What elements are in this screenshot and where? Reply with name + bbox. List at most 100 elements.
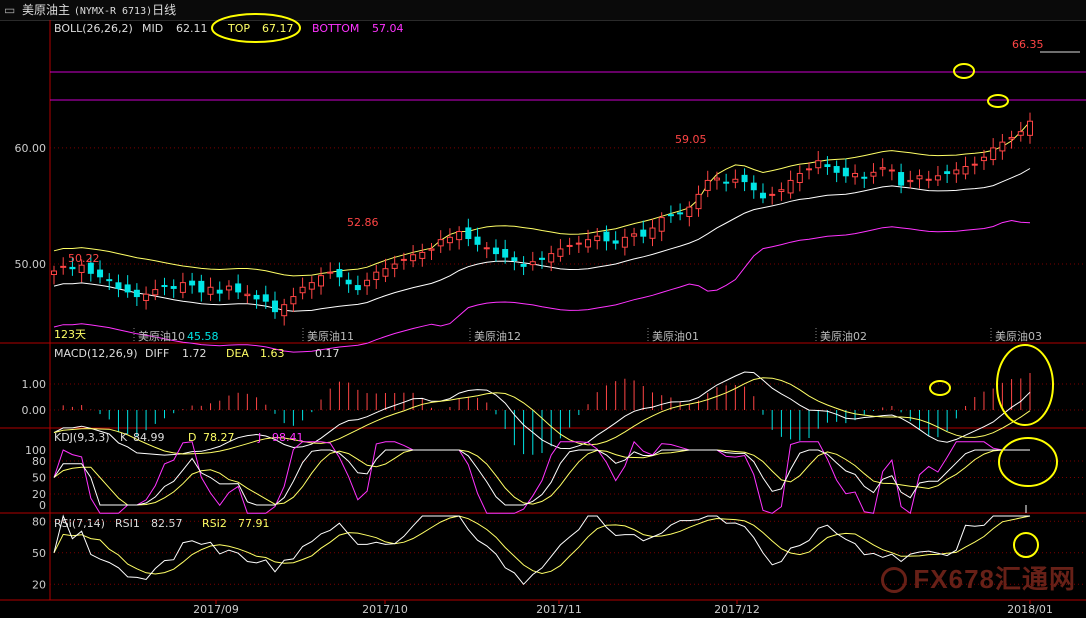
candle-body bbox=[143, 293, 150, 301]
x-tick-label: 2017/10 bbox=[362, 603, 408, 616]
candle-body bbox=[686, 206, 693, 217]
candle-body bbox=[962, 166, 969, 175]
candle-body bbox=[327, 271, 334, 274]
candle-body bbox=[189, 280, 196, 286]
candle-body bbox=[631, 233, 638, 237]
price-label-high-4: 66.35 bbox=[1012, 38, 1044, 51]
y-tick-rsi: 80 bbox=[32, 515, 46, 528]
candle-body bbox=[658, 217, 665, 232]
candle-body bbox=[759, 192, 766, 199]
kdj-k-value: 84.99 bbox=[133, 431, 165, 444]
candle-body bbox=[649, 227, 656, 239]
kdj-label: KDJ(9,3,3) bbox=[54, 431, 110, 444]
candle-body bbox=[299, 286, 306, 294]
contract-label: 美原油02 bbox=[820, 329, 867, 343]
rsi2-label: RSI2 bbox=[202, 517, 227, 530]
candle-body bbox=[741, 174, 748, 183]
candle-body bbox=[944, 171, 951, 174]
candle-body bbox=[907, 179, 914, 183]
kdj-k-label: K bbox=[120, 431, 128, 444]
kdj-d-value: 78.27 bbox=[203, 431, 235, 444]
rsi1-label: RSI1 bbox=[115, 517, 140, 530]
contract-label: 美原油03 bbox=[995, 329, 1042, 343]
candle-body bbox=[511, 257, 518, 262]
y-tick-macd: 1.00 bbox=[22, 378, 47, 391]
candle-body bbox=[833, 166, 840, 173]
candle-body bbox=[667, 214, 674, 217]
candle-body bbox=[51, 270, 57, 275]
candle-body bbox=[1027, 120, 1033, 136]
candle-body bbox=[934, 175, 941, 181]
candle-body bbox=[428, 248, 435, 251]
highlight-circle-peak bbox=[953, 63, 975, 79]
price-label-low-1: 45.58 bbox=[187, 330, 219, 343]
candle-body bbox=[520, 263, 527, 267]
candle-body bbox=[566, 244, 573, 247]
contract-label: 美原油10 bbox=[138, 329, 185, 343]
candle-body bbox=[861, 176, 868, 179]
candle-body bbox=[999, 141, 1006, 152]
candle-body bbox=[161, 285, 168, 288]
globe-icon bbox=[881, 567, 908, 593]
x-tick-label: 2017/11 bbox=[536, 603, 582, 616]
highlight-circle-dip bbox=[987, 94, 1009, 108]
boll-top-value: 67.17 bbox=[262, 22, 294, 35]
candle-body bbox=[502, 249, 509, 258]
boll-label: BOLL(26,26,2) bbox=[54, 22, 133, 35]
y-tick-main: 50.00 bbox=[15, 258, 47, 271]
candle-body bbox=[704, 179, 711, 191]
candle-body bbox=[870, 171, 877, 177]
candle-body bbox=[594, 235, 601, 242]
candle-body bbox=[391, 263, 398, 269]
candle-body bbox=[557, 248, 564, 257]
price-label-high-2: 52.86 bbox=[347, 216, 379, 229]
candle-body bbox=[971, 163, 978, 166]
price-label-high-1: 50.22 bbox=[68, 252, 100, 265]
macd-label: MACD(12,26,9) bbox=[54, 347, 138, 360]
candle-body bbox=[677, 212, 684, 215]
candle-body bbox=[732, 178, 739, 183]
y-tick-kdj: 50 bbox=[32, 472, 46, 485]
boll-mid-label: MID bbox=[142, 22, 163, 35]
contract-label: 美原油12 bbox=[474, 329, 521, 343]
candle-body bbox=[244, 293, 251, 297]
candle-body bbox=[400, 258, 407, 261]
candle-body bbox=[842, 167, 849, 177]
y-tick-rsi: 50 bbox=[32, 547, 46, 560]
candle-body bbox=[198, 280, 205, 293]
candle-body bbox=[916, 175, 923, 180]
candle-body bbox=[640, 229, 647, 237]
macd-dea-value: 1.63 bbox=[260, 347, 285, 360]
boll-bottom-label: BOTTOM bbox=[312, 22, 359, 35]
candle-body bbox=[539, 257, 545, 260]
candle-body bbox=[124, 284, 131, 293]
candle-body bbox=[262, 294, 269, 302]
candle-body bbox=[437, 239, 444, 247]
highlight-circle-macd-large bbox=[996, 344, 1054, 426]
candle-body bbox=[695, 193, 702, 210]
candle-body bbox=[1017, 131, 1024, 136]
candle-body bbox=[465, 227, 472, 239]
y-tick-kdj: 0 bbox=[39, 499, 46, 512]
candle-body bbox=[713, 177, 720, 181]
candle-body bbox=[382, 268, 389, 277]
candle-body bbox=[235, 283, 242, 293]
highlight-circle-macd-small bbox=[929, 380, 951, 396]
candle-body bbox=[888, 169, 895, 172]
candle-body bbox=[585, 239, 592, 248]
candle-body bbox=[308, 282, 315, 290]
candle-body bbox=[824, 164, 831, 168]
price-label-high-3: 59.05 bbox=[675, 133, 707, 146]
candle-body bbox=[364, 279, 371, 287]
candle-body bbox=[419, 251, 426, 259]
rsi1-value: 82.57 bbox=[151, 517, 183, 530]
kdj-j-value: 98.41 bbox=[272, 431, 304, 444]
candle-body bbox=[723, 181, 730, 184]
x-tick-label: 2017/09 bbox=[193, 603, 239, 616]
boll-top-label: TOP bbox=[227, 22, 250, 35]
candle-body bbox=[492, 247, 499, 255]
candle-body bbox=[410, 254, 417, 262]
candle-body bbox=[152, 289, 159, 296]
candle-body bbox=[69, 266, 76, 270]
candle-body bbox=[271, 300, 278, 313]
